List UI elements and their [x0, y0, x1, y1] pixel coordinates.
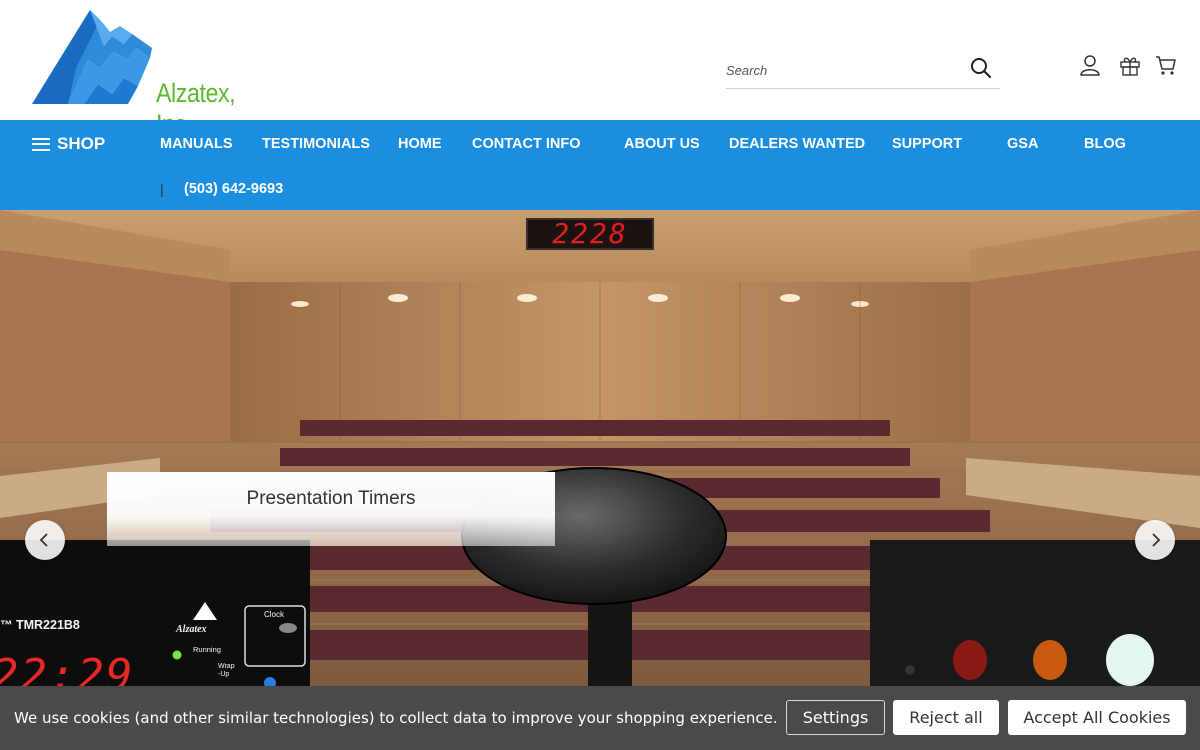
site-header: Alzatex, Inc. — [0, 0, 1200, 139]
led-clock-display: 2228 — [526, 218, 654, 250]
hamburger-icon — [32, 137, 50, 151]
nav-gsa[interactable]: GSA — [1007, 136, 1038, 152]
brand-logo[interactable]: Alzatex, Inc. — [28, 8, 288, 139]
shop-menu-button[interactable]: SHOP — [32, 134, 105, 154]
nav-contact-info[interactable]: CONTACT INFO — [472, 136, 580, 152]
nav-support[interactable]: SUPPORT — [892, 136, 962, 152]
slide-caption[interactable]: Presentation Timers — [107, 472, 555, 546]
cookie-accept-button[interactable]: Accept All Cookies — [1008, 700, 1186, 735]
nav-blog[interactable]: BLOG — [1084, 136, 1126, 152]
timer-model-label: ™ TMR221B8 — [0, 618, 80, 632]
cookie-reject-button[interactable]: Reject all — [893, 700, 999, 735]
cookie-settings-button[interactable]: Settings — [786, 700, 885, 735]
nav-manuals[interactable]: MANUALS — [160, 136, 233, 152]
nav-separator: | — [160, 181, 164, 197]
hero-slider: 2228 ™ TMR221B8 Alzatex Clock Running Wr… — [0, 210, 1200, 686]
chevron-right-icon — [1152, 533, 1161, 547]
user-icon[interactable] — [1079, 54, 1101, 76]
timer-digits: 22:29 — [0, 650, 135, 686]
nav-phone[interactable]: (503) 642-9693 — [184, 181, 283, 197]
gift-icon[interactable] — [1119, 54, 1141, 76]
cart-icon[interactable] — [1155, 54, 1177, 76]
alzatex-logo-mark — [32, 10, 152, 104]
cookie-banner: We use cookies (and other similar techno… — [0, 686, 1200, 750]
search-icon[interactable] — [970, 57, 992, 79]
slide-caption-text: Presentation Timers — [246, 488, 416, 509]
timer-running-label: Running — [193, 645, 221, 654]
timer-wrap-label: Wrap -Up — [218, 663, 235, 678]
shop-label: SHOP — [57, 134, 106, 153]
nav-dealers-wanted[interactable]: DEALERS WANTED — [729, 136, 865, 152]
chevron-left-icon — [39, 533, 48, 547]
main-nav: SHOP MANUALS TESTIMONIALS HOME CONTACT I… — [0, 120, 1200, 210]
cookie-message: We use cookies (and other similar techno… — [14, 709, 778, 727]
slider-prev-button[interactable] — [25, 520, 65, 560]
nav-about-us[interactable]: ABOUT US — [624, 136, 700, 152]
timer-brand-label: Alzatex — [176, 624, 207, 635]
nav-home[interactable]: HOME — [398, 136, 442, 152]
timer-clock-label: Clock — [264, 610, 285, 619]
hero-image — [0, 210, 1200, 686]
search-input[interactable] — [726, 60, 956, 80]
nav-testimonials[interactable]: TESTIMONIALS — [262, 136, 370, 152]
slider-next-button[interactable] — [1135, 520, 1175, 560]
search-box — [726, 52, 1000, 89]
